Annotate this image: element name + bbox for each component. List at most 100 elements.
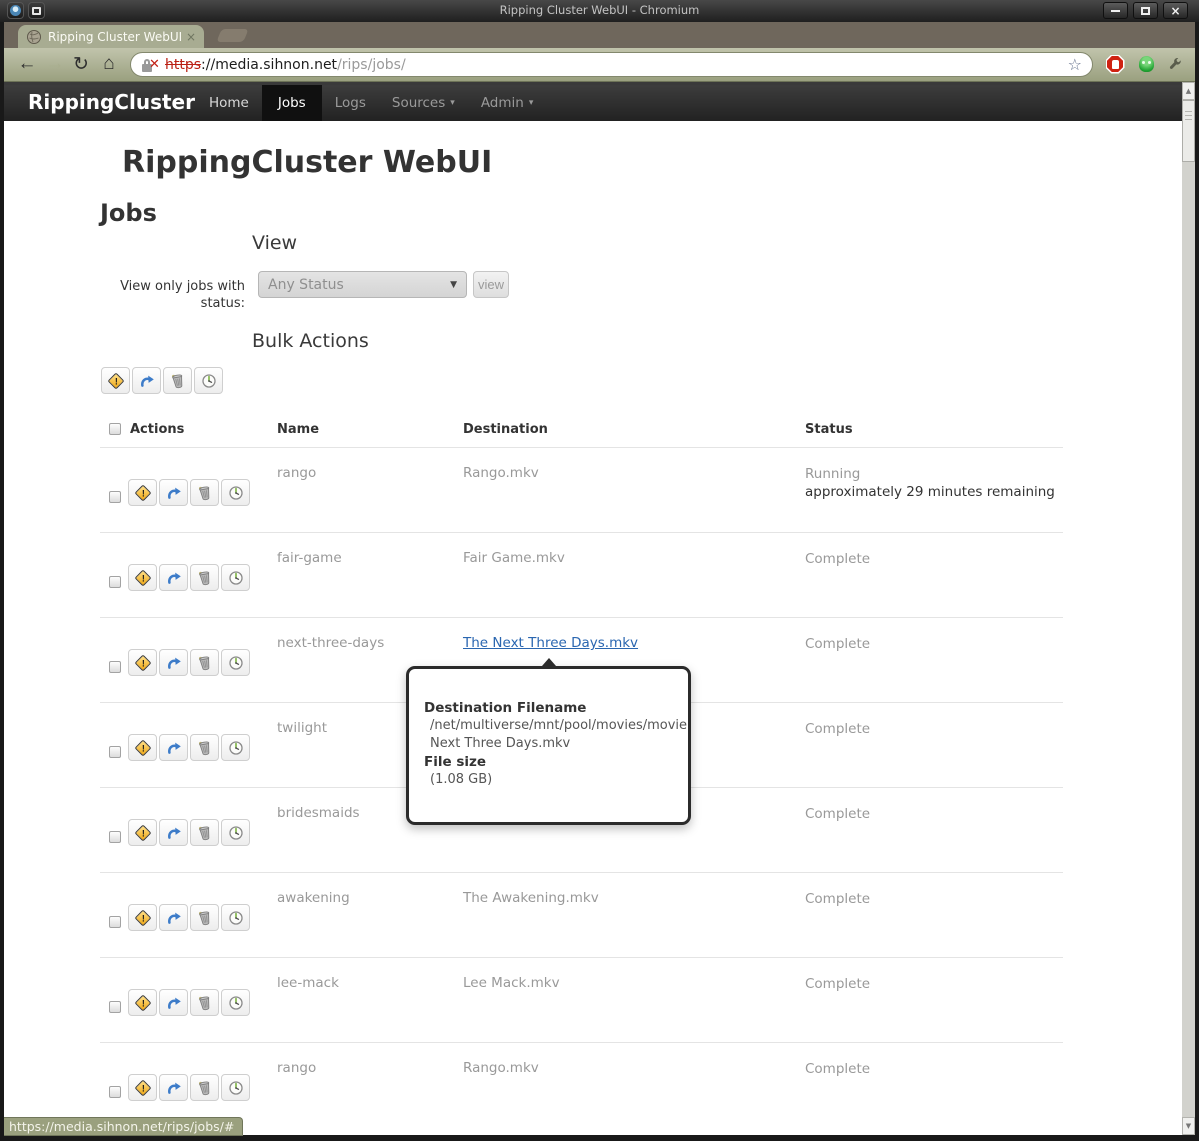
- redo-arrow-icon: [166, 740, 182, 756]
- row-retry-button[interactable]: [159, 649, 188, 676]
- adblock-extension-button[interactable]: [1104, 53, 1126, 75]
- url-text: https://media.sihnon.net/rips/jobs/: [165, 57, 406, 73]
- insecure-x-icon: ✕: [149, 57, 160, 72]
- chevron-down-icon: ▾: [450, 98, 455, 108]
- insecure-lock-icon[interactable]: ✕: [141, 57, 161, 73]
- row-schedule-button[interactable]: [221, 734, 250, 761]
- nav-item-logs[interactable]: Logs: [322, 85, 379, 121]
- maximize-button[interactable]: [1133, 2, 1158, 19]
- warning-diamond-icon: !: [134, 1079, 151, 1096]
- row-delete-button[interactable]: [190, 819, 219, 846]
- job-name: lee-mack: [277, 975, 339, 991]
- bulk-schedule-button[interactable]: [194, 367, 223, 394]
- home-button[interactable]: ⌂: [96, 51, 122, 77]
- row-schedule-button[interactable]: [221, 819, 250, 846]
- bulk-retry-button[interactable]: [132, 367, 161, 394]
- row-schedule-button[interactable]: [221, 904, 250, 931]
- page-title: RippingCluster WebUI: [122, 145, 492, 180]
- row-warning-button[interactable]: !: [128, 819, 157, 846]
- settings-wrench-button[interactable]: [1164, 53, 1186, 75]
- new-tab-button[interactable]: [216, 29, 248, 42]
- close-button[interactable]: ×: [1163, 2, 1188, 19]
- row-delete-button[interactable]: [190, 564, 219, 591]
- row-checkbox[interactable]: [109, 491, 121, 503]
- row-warning-button[interactable]: !: [128, 734, 157, 761]
- bulk-delete-button[interactable]: [163, 367, 192, 394]
- maximize-icon: [1141, 7, 1150, 15]
- vertical-scrollbar[interactable]: ▲ ▼: [1182, 82, 1195, 1135]
- row-delete-button[interactable]: [190, 989, 219, 1016]
- stop-hand-icon: [1106, 55, 1125, 74]
- row-warning-button[interactable]: !: [128, 989, 157, 1016]
- row-delete-button[interactable]: [190, 734, 219, 761]
- row-warning-button[interactable]: !: [128, 649, 157, 676]
- bulk-warning-button[interactable]: !: [101, 367, 130, 394]
- row-delete-button[interactable]: [190, 479, 219, 506]
- scroll-down-button[interactable]: ▼: [1182, 1117, 1195, 1135]
- job-name: twilight: [277, 720, 327, 736]
- tab-close-icon[interactable]: ×: [186, 30, 196, 44]
- job-destination-link[interactable]: The Next Three Days.mkv: [463, 635, 638, 651]
- trash-icon: [197, 485, 213, 501]
- row-delete-button[interactable]: [190, 1074, 219, 1101]
- row-retry-button[interactable]: [159, 564, 188, 591]
- row-checkbox[interactable]: [109, 576, 121, 588]
- row-retry-button[interactable]: [159, 734, 188, 761]
- nav-item-sources[interactable]: Sources ▾: [379, 85, 468, 121]
- scroll-up-button[interactable]: ▲: [1182, 82, 1195, 100]
- browser-tab[interactable]: Ripping Cluster WebUI ×: [18, 25, 204, 48]
- job-destination: Lee Mack.mkv: [463, 975, 560, 991]
- trash-icon: [197, 740, 213, 756]
- row-warning-button[interactable]: !: [128, 479, 157, 506]
- row-schedule-button[interactable]: [221, 564, 250, 591]
- row-checkbox[interactable]: [109, 746, 121, 758]
- reload-button[interactable]: ↻: [68, 51, 94, 77]
- job-destination: Fair Game.mkv: [463, 550, 565, 566]
- scrollbar-thumb[interactable]: [1182, 100, 1195, 162]
- warning-diamond-icon: !: [134, 654, 151, 671]
- file-details-tooltip: Destination Filename /net/multiverse/mnt…: [406, 666, 691, 825]
- redo-arrow-icon: [166, 570, 182, 586]
- row-retry-button[interactable]: [159, 904, 188, 931]
- row-delete-button[interactable]: [190, 904, 219, 931]
- forward-button[interactable]: →: [42, 51, 68, 77]
- row-schedule-button[interactable]: [221, 479, 250, 506]
- job-name: rango: [277, 465, 316, 481]
- nav-item-admin[interactable]: Admin ▾: [468, 85, 547, 121]
- row-warning-button[interactable]: !: [128, 564, 157, 591]
- status-link-preview: https://media.sihnon.net/rips/jobs/#: [4, 1117, 243, 1136]
- row-checkbox[interactable]: [109, 1001, 121, 1013]
- bookmark-star-icon[interactable]: ☆: [1068, 55, 1082, 74]
- row-checkbox[interactable]: [109, 916, 121, 928]
- row-checkbox[interactable]: [109, 831, 121, 843]
- back-button[interactable]: ←: [14, 51, 40, 77]
- navbar-brand[interactable]: RippingCluster: [28, 90, 195, 114]
- browser-toolbar: ← → ↻ ⌂ ✕ https://media.sihnon.net/rips/…: [4, 48, 1195, 82]
- nav-item-home[interactable]: Home: [196, 85, 262, 121]
- table-row: ! awakening The Awakening.mkv Complete: [100, 872, 1063, 957]
- row-schedule-button[interactable]: [221, 1074, 250, 1101]
- view-button[interactable]: view: [473, 271, 509, 298]
- row-retry-button[interactable]: [159, 819, 188, 846]
- warning-diamond-icon: !: [134, 909, 151, 926]
- minimize-button[interactable]: [1103, 2, 1128, 19]
- row-retry-button[interactable]: [159, 1074, 188, 1101]
- status-filter-select[interactable]: Any Status ▼: [258, 271, 467, 298]
- trash-icon: [197, 1080, 213, 1096]
- nav-item-jobs[interactable]: Jobs: [262, 85, 322, 121]
- row-schedule-button[interactable]: [221, 989, 250, 1016]
- row-delete-button[interactable]: [190, 649, 219, 676]
- row-retry-button[interactable]: [159, 989, 188, 1016]
- row-checkbox[interactable]: [109, 1086, 121, 1098]
- address-bar[interactable]: ✕ https://media.sihnon.net/rips/jobs/ ☆: [130, 52, 1093, 77]
- row-retry-button[interactable]: [159, 479, 188, 506]
- row-checkbox[interactable]: [109, 661, 121, 673]
- row-warning-button[interactable]: !: [128, 904, 157, 931]
- job-name: bridesmaids: [277, 805, 360, 821]
- row-schedule-button[interactable]: [221, 649, 250, 676]
- tooltip-path-line1: /net/multiverse/mnt/pool/movies/movie: [424, 717, 688, 735]
- bulk-actions-bar: !: [101, 367, 223, 394]
- select-all-checkbox[interactable]: [109, 423, 121, 435]
- row-warning-button[interactable]: !: [128, 1074, 157, 1101]
- extension-button-green[interactable]: [1135, 53, 1157, 75]
